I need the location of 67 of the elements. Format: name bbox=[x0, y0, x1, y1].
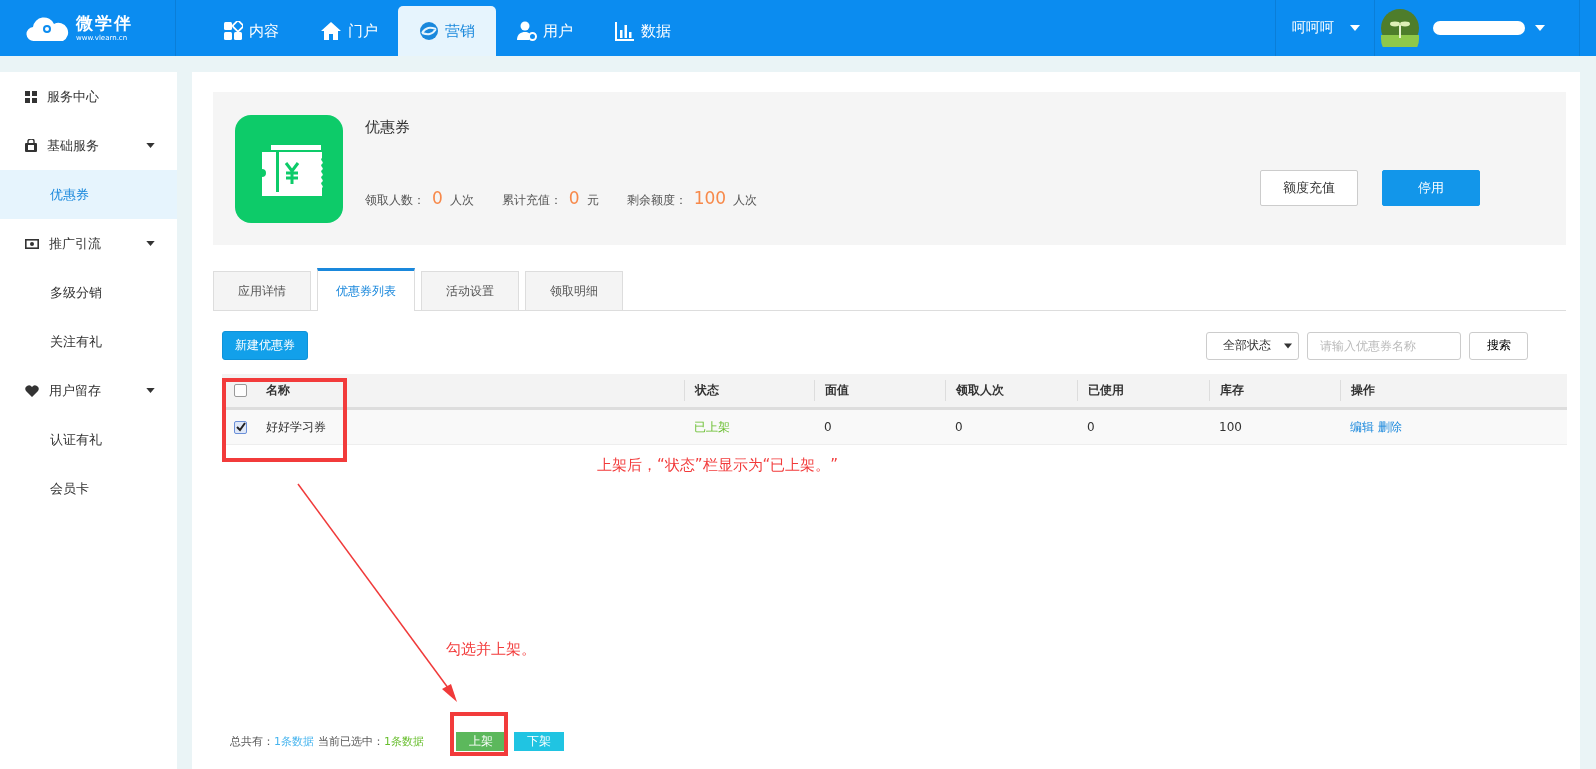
sidebar-item[interactable]: 会员卡 bbox=[0, 464, 177, 513]
stat-value: 0 bbox=[568, 188, 580, 208]
search-button[interactable]: 搜索 bbox=[1469, 331, 1528, 360]
stat-label: 累计充值： bbox=[501, 192, 562, 209]
stat-label: 剩余额度： bbox=[626, 192, 687, 209]
sidebar-item[interactable]: 多级分销 bbox=[0, 268, 177, 317]
caret-icon bbox=[1535, 25, 1545, 31]
tab[interactable]: 应用详情 bbox=[213, 271, 311, 310]
column-header: 领取人次 bbox=[956, 382, 1004, 399]
sidebar-item[interactable]: 认证有礼 bbox=[0, 415, 177, 464]
logo-name: 微学伴 bbox=[76, 14, 133, 32]
column-header: 状态 bbox=[695, 382, 719, 399]
annotation-note: 上架后，“状态”栏显示为“已上架。” bbox=[597, 456, 839, 475]
column-header: 已使用 bbox=[1088, 382, 1124, 399]
sidebar-item[interactable]: 服务中心 bbox=[0, 72, 177, 121]
sidebar-item[interactable]: 推广引流 bbox=[0, 219, 177, 268]
total-count: 1条数据 bbox=[274, 733, 314, 749]
status-text: 已上架 bbox=[694, 418, 730, 436]
table-cell: 好好学习券 bbox=[266, 418, 326, 436]
sidebar-item[interactable]: 用户留存 bbox=[0, 366, 177, 415]
status-dropdown[interactable]: 全部状态 bbox=[1206, 331, 1299, 360]
select-all-checkbox[interactable] bbox=[234, 384, 247, 397]
highlight-frame bbox=[450, 712, 508, 756]
total-label: 总共有： bbox=[230, 733, 274, 749]
tab[interactable]: 优惠券列表 bbox=[317, 268, 415, 311]
stat-unit: 人次 bbox=[449, 192, 474, 209]
table-cell: 100 bbox=[1219, 420, 1242, 434]
sidebar-item[interactable]: 基础服务 bbox=[0, 121, 177, 170]
app-title: 优惠券 bbox=[365, 118, 411, 137]
heart-icon bbox=[25, 384, 39, 397]
stat-label: 领取人数： bbox=[365, 192, 425, 209]
recharge-button[interactable]: 额度充值 bbox=[1260, 169, 1358, 206]
user-gear-icon bbox=[517, 21, 537, 41]
column-header: 名称 bbox=[266, 382, 290, 399]
column-header: 面值 bbox=[825, 382, 849, 399]
column-header: 库存 bbox=[1220, 382, 1244, 399]
column-header: 操作 bbox=[1351, 382, 1375, 399]
selected-count: 1条数据 bbox=[384, 733, 424, 749]
tab[interactable]: 活动设置 bbox=[421, 271, 519, 310]
annotation-note: 勾选并上架。 bbox=[446, 640, 536, 659]
coupon-icon bbox=[235, 114, 343, 223]
table-cell: 0 bbox=[1087, 420, 1095, 434]
sidebar-item[interactable]: 优惠券 bbox=[0, 170, 177, 219]
bar-chart-icon bbox=[615, 21, 635, 41]
stat-value: 0 bbox=[432, 188, 443, 208]
avatar[interactable] bbox=[1381, 9, 1419, 47]
stat-unit: 人次 bbox=[733, 192, 758, 209]
table-cell: 0 bbox=[824, 420, 832, 434]
caret-icon bbox=[1350, 25, 1360, 31]
grid-icon bbox=[25, 90, 37, 103]
row-checkbox[interactable] bbox=[234, 420, 247, 434]
banknote-icon bbox=[25, 238, 39, 249]
search-field[interactable]: 请输入优惠券名称 bbox=[1307, 331, 1461, 360]
nav-tab[interactable]: 营销 bbox=[398, 6, 496, 56]
stat-unit: 元 bbox=[586, 192, 599, 209]
home-icon bbox=[320, 21, 342, 41]
sidebar-item[interactable]: 关注有礼 bbox=[0, 317, 177, 366]
grid-icon bbox=[223, 21, 243, 41]
caret-icon bbox=[1284, 342, 1292, 349]
delete-link[interactable]: 删除 bbox=[1378, 418, 1402, 436]
swirl-icon bbox=[419, 21, 439, 41]
edit-link[interactable]: 编辑 bbox=[1350, 418, 1374, 436]
selected-label: 当前已选中： bbox=[318, 733, 384, 749]
tab[interactable]: 领取明细 bbox=[525, 271, 623, 310]
table-cell: 0 bbox=[955, 420, 963, 434]
bag-icon bbox=[25, 139, 37, 152]
stat-value: 100 bbox=[693, 188, 727, 208]
